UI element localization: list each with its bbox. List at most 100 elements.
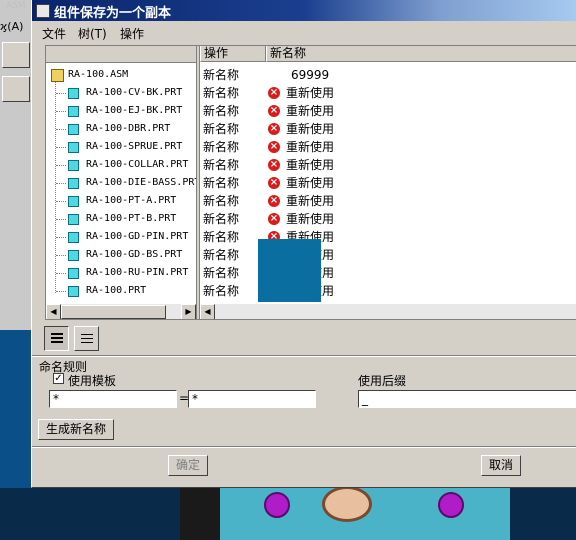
column-header-new-name[interactable]: 新名称 (266, 46, 576, 62)
operation-cell[interactable]: 新名称 (203, 138, 239, 156)
suffix-input[interactable]: _ (358, 390, 576, 408)
tree-branch (56, 237, 66, 238)
use-template-label[interactable]: 使用模板 (68, 372, 116, 389)
model-ring (322, 486, 372, 522)
list-view-button[interactable] (74, 326, 99, 351)
tree-branch (56, 147, 66, 148)
detail-view-button[interactable] (44, 326, 69, 351)
reuse-error-icon: × (268, 123, 280, 135)
operation-cell[interactable]: 新名称 (203, 174, 239, 192)
reuse-error-icon: × (268, 87, 280, 99)
tree-row[interactable]: RA-100-CV-BK.PRT (46, 84, 196, 102)
scroll-right-button[interactable]: ▶ (181, 304, 196, 319)
new-name-cell[interactable]: 重新使用 (286, 138, 334, 156)
column-header-operation[interactable]: 操作 (200, 46, 266, 62)
use-template-checkbox[interactable]: ✓ (53, 373, 64, 384)
save-copy-dialog: 组件保存为一个副本 文件 树(T) 操作 操作 新名称 RA-100.ASM 新… (31, 0, 576, 488)
list-line-icon (51, 333, 63, 335)
new-name-cell[interactable]: 重新使用 (286, 120, 334, 138)
tree-header (46, 46, 196, 63)
list-line-icon (81, 338, 93, 339)
reuse-error-icon: × (268, 141, 280, 153)
tree-scroll-thumb[interactable] (61, 305, 166, 319)
tree-row[interactable]: RA-100-EJ-BK.PRT (46, 102, 196, 120)
separator (32, 355, 576, 357)
part-icon (68, 268, 79, 279)
table-scroll-track[interactable] (200, 304, 576, 319)
tree-row-root[interactable]: RA-100.ASM (46, 66, 196, 84)
template-input[interactable]: * (49, 390, 177, 408)
reuse-error-icon: × (268, 213, 280, 225)
tree-branch (56, 111, 66, 112)
menu-tree[interactable]: 树(T) (78, 25, 107, 42)
dialog-title: 组件保存为一个副本 (54, 6, 172, 21)
background-menu-text: ϗ(A) (0, 20, 24, 33)
part-icon (68, 178, 79, 189)
title-bar[interactable]: 组件保存为一个副本 (32, 0, 576, 21)
background-label: ASM (6, 1, 26, 11)
tree-row[interactable]: RA-100-SPRUE.PRT (46, 138, 196, 156)
tree-item-label: RA-100-EJ-BK.PRT (86, 105, 183, 116)
list-line-icon (81, 334, 93, 335)
background-tool-button-2[interactable] (2, 76, 30, 102)
part-icon (68, 106, 79, 117)
operation-cell[interactable]: 新名称 (203, 66, 239, 84)
tree-row[interactable]: RA-100-GD-BS.PRT (46, 246, 196, 264)
reuse-error-icon: × (268, 195, 280, 207)
operation-cell[interactable]: 新名称 (203, 192, 239, 210)
new-name-cell[interactable]: 重新使用 (286, 102, 334, 120)
tree-branch (56, 129, 66, 130)
operation-cell[interactable]: 新名称 (203, 228, 239, 246)
tree-item-label: RA-100-PT-A.PRT (86, 195, 177, 206)
tree-branch (56, 183, 66, 184)
tree-row[interactable]: RA-100-DIE-BASS.PRT (46, 174, 196, 192)
cancel-button[interactable]: 取消 (481, 455, 521, 476)
background-toolbar: ϗ(A) (0, 0, 33, 330)
scroll-left-button[interactable]: ◀ (46, 304, 61, 319)
background-tool-button-1[interactable] (2, 42, 30, 68)
operation-cell[interactable]: 新名称 (203, 102, 239, 120)
operation-cell[interactable]: 新名称 (203, 264, 239, 282)
new-name-cell[interactable]: 重新使用 (286, 210, 334, 228)
operation-cell[interactable]: 新名称 (203, 282, 239, 300)
part-icon (68, 232, 79, 243)
new-name-cell[interactable]: 重新使用 (286, 174, 334, 192)
tree-row[interactable]: RA-100.PRT (46, 282, 196, 300)
menu-bar: 文件 树(T) 操作 (32, 22, 576, 42)
part-icon (68, 286, 79, 297)
menu-file[interactable]: 文件 (42, 25, 66, 42)
tree-item-label: RA-100.PRT (86, 285, 147, 296)
tree-item-label: RA-100-RU-PIN.PRT (86, 267, 189, 278)
new-name-cell[interactable]: 重新使用 (286, 84, 334, 102)
reuse-error-icon: × (268, 177, 280, 189)
model-hole (264, 492, 290, 518)
new-name-cell[interactable]: 重新使用 (286, 156, 334, 174)
tree-branch (56, 93, 66, 94)
reuse-error-icon: × (268, 105, 280, 117)
result-input[interactable]: * (188, 390, 316, 408)
ok-button[interactable]: 确定 (168, 455, 208, 476)
operation-cell[interactable]: 新名称 (203, 120, 239, 138)
part-icon (68, 88, 79, 99)
tree-row[interactable]: RA-100-RU-PIN.PRT (46, 264, 196, 282)
operation-cell[interactable]: 新名称 (203, 156, 239, 174)
part-icon (68, 196, 79, 207)
tree-row[interactable]: RA-100-PT-B.PRT (46, 210, 196, 228)
operation-cell[interactable]: 新名称 (203, 84, 239, 102)
component-table: 操作 新名称 RA-100.ASM 新名称 69999 RA-100-CV-BK… (45, 45, 576, 320)
tree-branch (56, 201, 66, 202)
operation-cell[interactable]: 新名称 (203, 246, 239, 264)
tree-row[interactable]: RA-100-DBR.PRT (46, 120, 196, 138)
new-name-cell[interactable]: 69999 (291, 66, 329, 84)
new-name-cell[interactable]: 重新使用 (286, 192, 334, 210)
tree-row[interactable]: RA-100-COLLAR.PRT (46, 156, 196, 174)
pane-splitter[interactable] (196, 46, 200, 319)
menu-operation[interactable]: 操作 (120, 25, 144, 42)
generate-new-name-button[interactable]: 生成新名称 (38, 419, 114, 440)
tree-item-label: RA-100-GD-PIN.PRT (86, 231, 189, 242)
operation-cell[interactable]: 新名称 (203, 210, 239, 228)
tree-row[interactable]: RA-100-PT-A.PRT (46, 192, 196, 210)
table-scroll-left-button[interactable]: ◀ (200, 304, 215, 319)
tree-branch (56, 273, 66, 274)
tree-row[interactable]: RA-100-GD-PIN.PRT (46, 228, 196, 246)
